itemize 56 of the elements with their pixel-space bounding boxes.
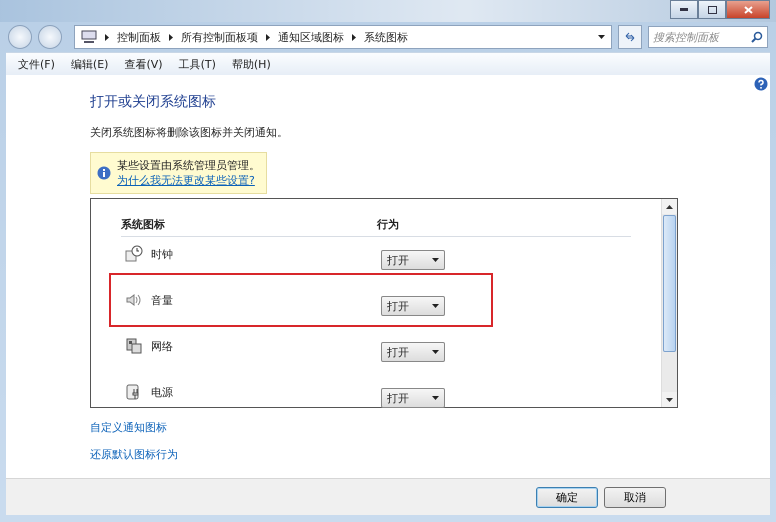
menu-item[interactable]: 编辑(E) [64,54,114,74]
scroll-up-icon [666,204,673,208]
page-title: 打开或关闭系统图标 [90,93,217,111]
maximize-icon [708,6,716,14]
info-icon [97,166,111,180]
icon-name: 时钟 [151,246,173,262]
help-icon[interactable] [754,77,768,91]
breadcrumb-item[interactable]: 系统图标 [364,30,408,44]
link[interactable]: 还原默认图标行为 [90,448,178,461]
minimize-icon [680,8,688,11]
refresh-button[interactable] [618,25,642,49]
chevron-icon [266,34,270,40]
cancel-button[interactable]: 取消 [604,486,666,508]
computer-icon [81,30,97,44]
clock-icon [125,245,143,263]
breadcrumb-item[interactable]: 所有控制面板项 [181,30,258,44]
notice-text: 某些设置由系统管理员管理。 [117,158,260,173]
menu-item[interactable]: 工具(T) [172,54,222,74]
network-icon [125,337,143,355]
icon-name: 电源 [151,384,173,400]
scrollbar[interactable] [661,199,677,407]
caret-icon [432,304,439,308]
chevron-icon [169,34,173,40]
close-icon [744,6,752,14]
behavior-dropdown[interactable]: 打开 [381,388,445,408]
behavior-dropdown[interactable]: 打开 [381,250,445,270]
chevron-icon [105,34,109,40]
close-button[interactable] [726,0,770,19]
search-field[interactable]: 搜索控制面板 [648,26,768,48]
maximize-button[interactable] [698,0,726,19]
breadcrumb-item[interactable]: 通知区域图标 [278,30,344,44]
column-header: 系统图标 [121,217,166,232]
help-link[interactable]: 为什么我无法更改某些设置? [117,174,255,187]
menu-item[interactable]: 查看(V) [118,54,169,74]
menu-item[interactable]: 文件(F) [12,54,61,74]
column-header: 行为 [377,217,399,232]
breadcrumb-item[interactable]: 控制面板 [117,30,161,44]
refresh-icon [624,31,636,43]
menu-item[interactable]: 帮助(H) [226,54,277,74]
chevron-icon [352,34,356,40]
caret-icon [598,35,605,39]
search-icon [751,31,763,43]
caret-icon [432,258,439,262]
address-bar[interactable]: 控制面板 所有控制面板项 通知区域图标 系统图标 [74,25,612,49]
minimize-button[interactable] [670,0,698,19]
description-text: 关闭系统图标将删除该图标并关闭通知。 [90,125,289,140]
icon-name: 网络 [151,338,173,354]
scroll-down-icon [666,398,673,402]
behavior-dropdown[interactable]: 打开 [381,296,445,316]
ok-button[interactable]: 确定 [536,486,598,508]
caret-icon [432,396,439,400]
icon-name: 音量 [151,292,173,308]
speaker-icon [125,291,143,309]
link[interactable]: 自定义通知图标 [90,421,167,434]
caret-icon [432,350,439,354]
behavior-dropdown[interactable]: 打开 [381,342,445,362]
